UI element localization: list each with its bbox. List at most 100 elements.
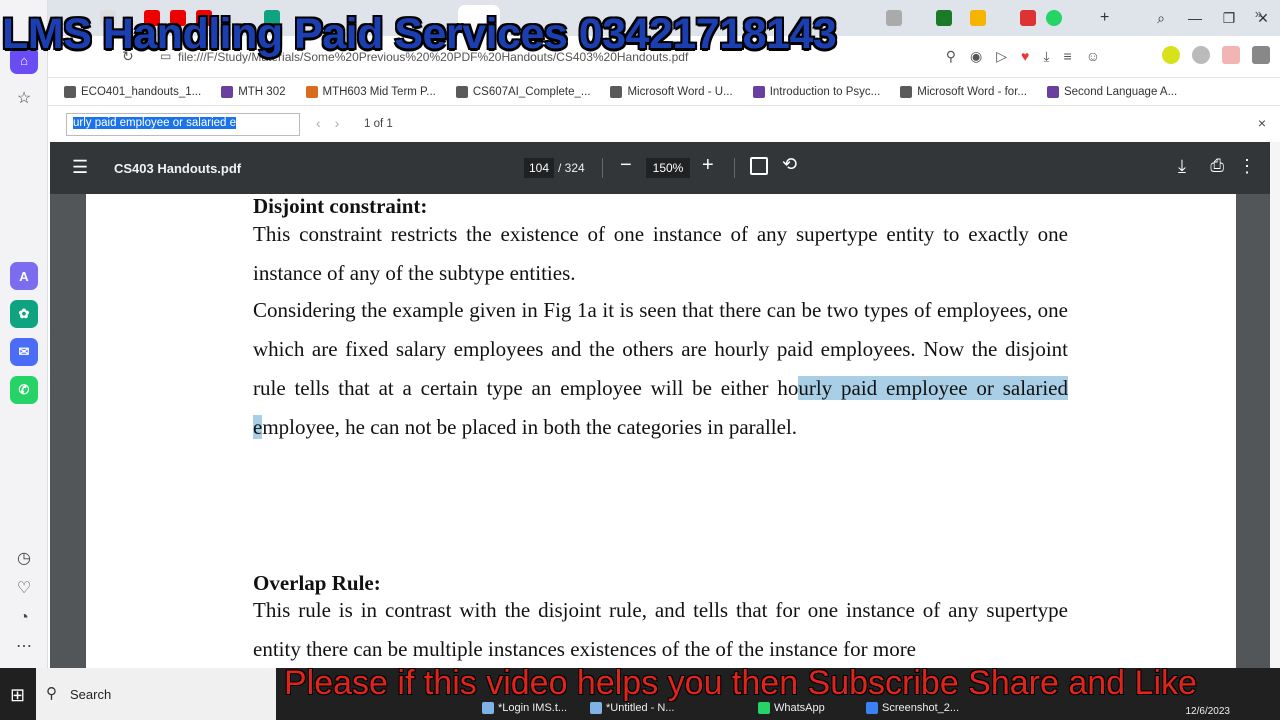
bookmark-item[interactable]: MTH 302 [221,85,286,98]
browser-sidebar: ⌂ ☆ A ✿ ✉ ✆ ◷ ♡ ◔ ⋯ [0,0,48,668]
bookmark-icon [1046,85,1059,98]
new-tab-icon[interactable]: + [1100,10,1116,26]
rotate-icon[interactable]: ⟲ [782,154,797,175]
next-match-icon[interactable]: › [335,115,354,131]
bookmark-label: Microsoft Word - for... [917,85,1027,98]
find-bar: urly paid employee or salaried e ‹› 1 of… [48,106,1280,142]
paragraph-overlap: This rule is in contrast with the disjoi… [253,598,1068,661]
address-actions: ⚲ ◉ ▷ ♥ ⤓ ≡ ☺ [946,48,1100,65]
heart-icon[interactable]: ♥ [1021,48,1029,65]
history-icon[interactable]: ◔ [10,604,38,632]
bookmark-label: MTH603 Mid Term P... [322,85,436,98]
more-icon[interactable]: ⋯ [10,632,38,660]
paragraph-example: Considering the example given in Fig 1a … [253,291,1069,447]
more-bookmarks-icon[interactable]: » [1255,6,1262,21]
page-total: / 324 [558,161,585,175]
bookmarks-bar: ECO401_handouts_1... MTH 302 MTH603 Mid Te… [48,78,1280,106]
search-label: Search [70,687,112,702]
extension-icon[interactable] [1222,46,1240,64]
menu-icon[interactable]: ☰ [72,157,88,178]
print-icon[interactable]: ⎙ [1210,156,1224,176]
find-nav: ‹› [316,115,353,131]
star-icon[interactable]: ☆ [10,84,38,112]
pdf-tab-icon[interactable] [1020,10,1036,26]
bookmark-item[interactable]: Microsoft Word - U... [610,85,733,98]
app-icon [866,702,878,714]
page-scrollbar[interactable] [1270,142,1280,668]
download-icon[interactable]: ⤓ [1043,48,1049,65]
close-window-icon[interactable]: ✕ [1246,0,1280,36]
app-label: Screenshot_2... [882,702,960,714]
pdf-viewport[interactable]: Disjoint constraint: This constraint res… [50,194,1270,668]
tab-icon[interactable] [886,10,902,26]
minimize-icon[interactable]: — [1178,0,1212,36]
restore-icon[interactable]: ❐ [1212,0,1246,36]
aria-app-icon[interactable]: A [10,262,38,290]
send-icon[interactable]: ▷ [996,48,1007,65]
separator [734,158,735,178]
zoom-level-input[interactable]: 150% [646,158,690,178]
find-close-button[interactable]: × [1258,115,1266,131]
taskbar-app[interactable]: Screenshot_2... [866,702,959,714]
bookmark-icon [305,85,318,98]
whatsapp-app-icon[interactable]: ✆ [10,376,38,404]
more-options-icon[interactable]: ⋮ [1238,156,1256,177]
bookmark-label: MTH 302 [238,85,286,98]
prev-match-icon[interactable]: ‹ [316,115,335,131]
bookmark-item[interactable]: CS607AI_Complete_... [455,85,591,98]
app-icon [590,702,602,714]
download-icon[interactable]: ⤓ [1178,156,1186,177]
taskbar-app[interactable]: *Login IMS.t... [482,702,567,714]
bookmark-item[interactable]: ECO401_handouts_1... [64,85,202,98]
promo-banner-bottom: Please if this video helps you then Subs… [284,664,1197,702]
bookmark-label: Microsoft Word - U... [627,85,733,98]
profile-icon[interactable]: ☺ [1086,48,1100,65]
chatgpt-app-icon[interactable]: ✿ [10,300,38,328]
taskbar-app[interactable]: *Untitled - N... [590,702,674,714]
taskbar-app[interactable]: WhatsApp [758,702,825,714]
extension-icon[interactable] [1162,46,1180,64]
app-icon [482,702,494,714]
app-icon [758,702,770,714]
separator [602,158,603,178]
taskbar-search[interactable]: ⚲ Search [36,668,276,720]
zoom-in-icon[interactable]: + [702,154,714,177]
box-icon[interactable] [1252,46,1270,64]
bookmark-item[interactable]: Introduction to Psyc... [752,85,881,98]
bookmark-icon [221,85,234,98]
whatsapp-tab-icon[interactable] [1046,10,1062,26]
find-count: 1 of 1 [364,118,393,130]
bookmark-item[interactable]: Second Language A... [1046,85,1178,98]
amazon-tab-icon[interactable] [970,10,986,26]
bookmark-icon [455,85,468,98]
bookmark-label: CS607AI_Complete_... [472,85,591,98]
bookmark-label: ECO401_handouts_1... [81,85,202,98]
zoom-icon[interactable]: ⚲ [946,48,956,65]
app-label: WhatsApp [774,702,825,714]
tab-icon[interactable] [936,10,952,26]
zoom-out-icon[interactable]: − [620,154,632,177]
list-icon[interactable]: ≡ [1064,48,1072,65]
bookmark-item[interactable]: MTH603 Mid Term P... [305,85,436,98]
pdf-toolbar: ☰ CS403 Handouts.pdf 104 / 324 − 150% + … [50,142,1270,194]
app-label: *Untitled - N... [606,702,675,714]
bookmark-label: Second Language A... [1063,85,1178,98]
find-query: urly paid employee or salaried e [73,117,237,129]
bookmark-label: Introduction to Psyc... [769,85,881,98]
page-number-input[interactable]: 104 [524,158,554,178]
heart-icon[interactable]: ♡ [10,574,38,602]
bookmark-item[interactable]: Microsoft Word - for... [900,85,1027,98]
app-label: *Login IMS.t... [498,702,568,714]
camera-icon[interactable]: ◉ [970,48,982,65]
windows-start-icon[interactable]: ⊞ [10,685,25,706]
fit-page-icon[interactable] [750,157,768,175]
player-icon[interactable]: ◷ [10,544,38,572]
messenger-app-icon[interactable]: ✉ [10,338,38,366]
globe-icon[interactable] [1192,46,1210,64]
find-input[interactable]: urly paid employee or salaried e [66,113,300,136]
search-tabs-icon[interactable]: ⌕ [1144,0,1178,36]
bookmark-icon [752,85,765,98]
promo-banner-top: LMS Handling Paid Services 03421718143 [2,10,837,58]
bookmark-icon [610,85,623,98]
pdf-page: Disjoint constraint: This constraint res… [86,194,1236,668]
